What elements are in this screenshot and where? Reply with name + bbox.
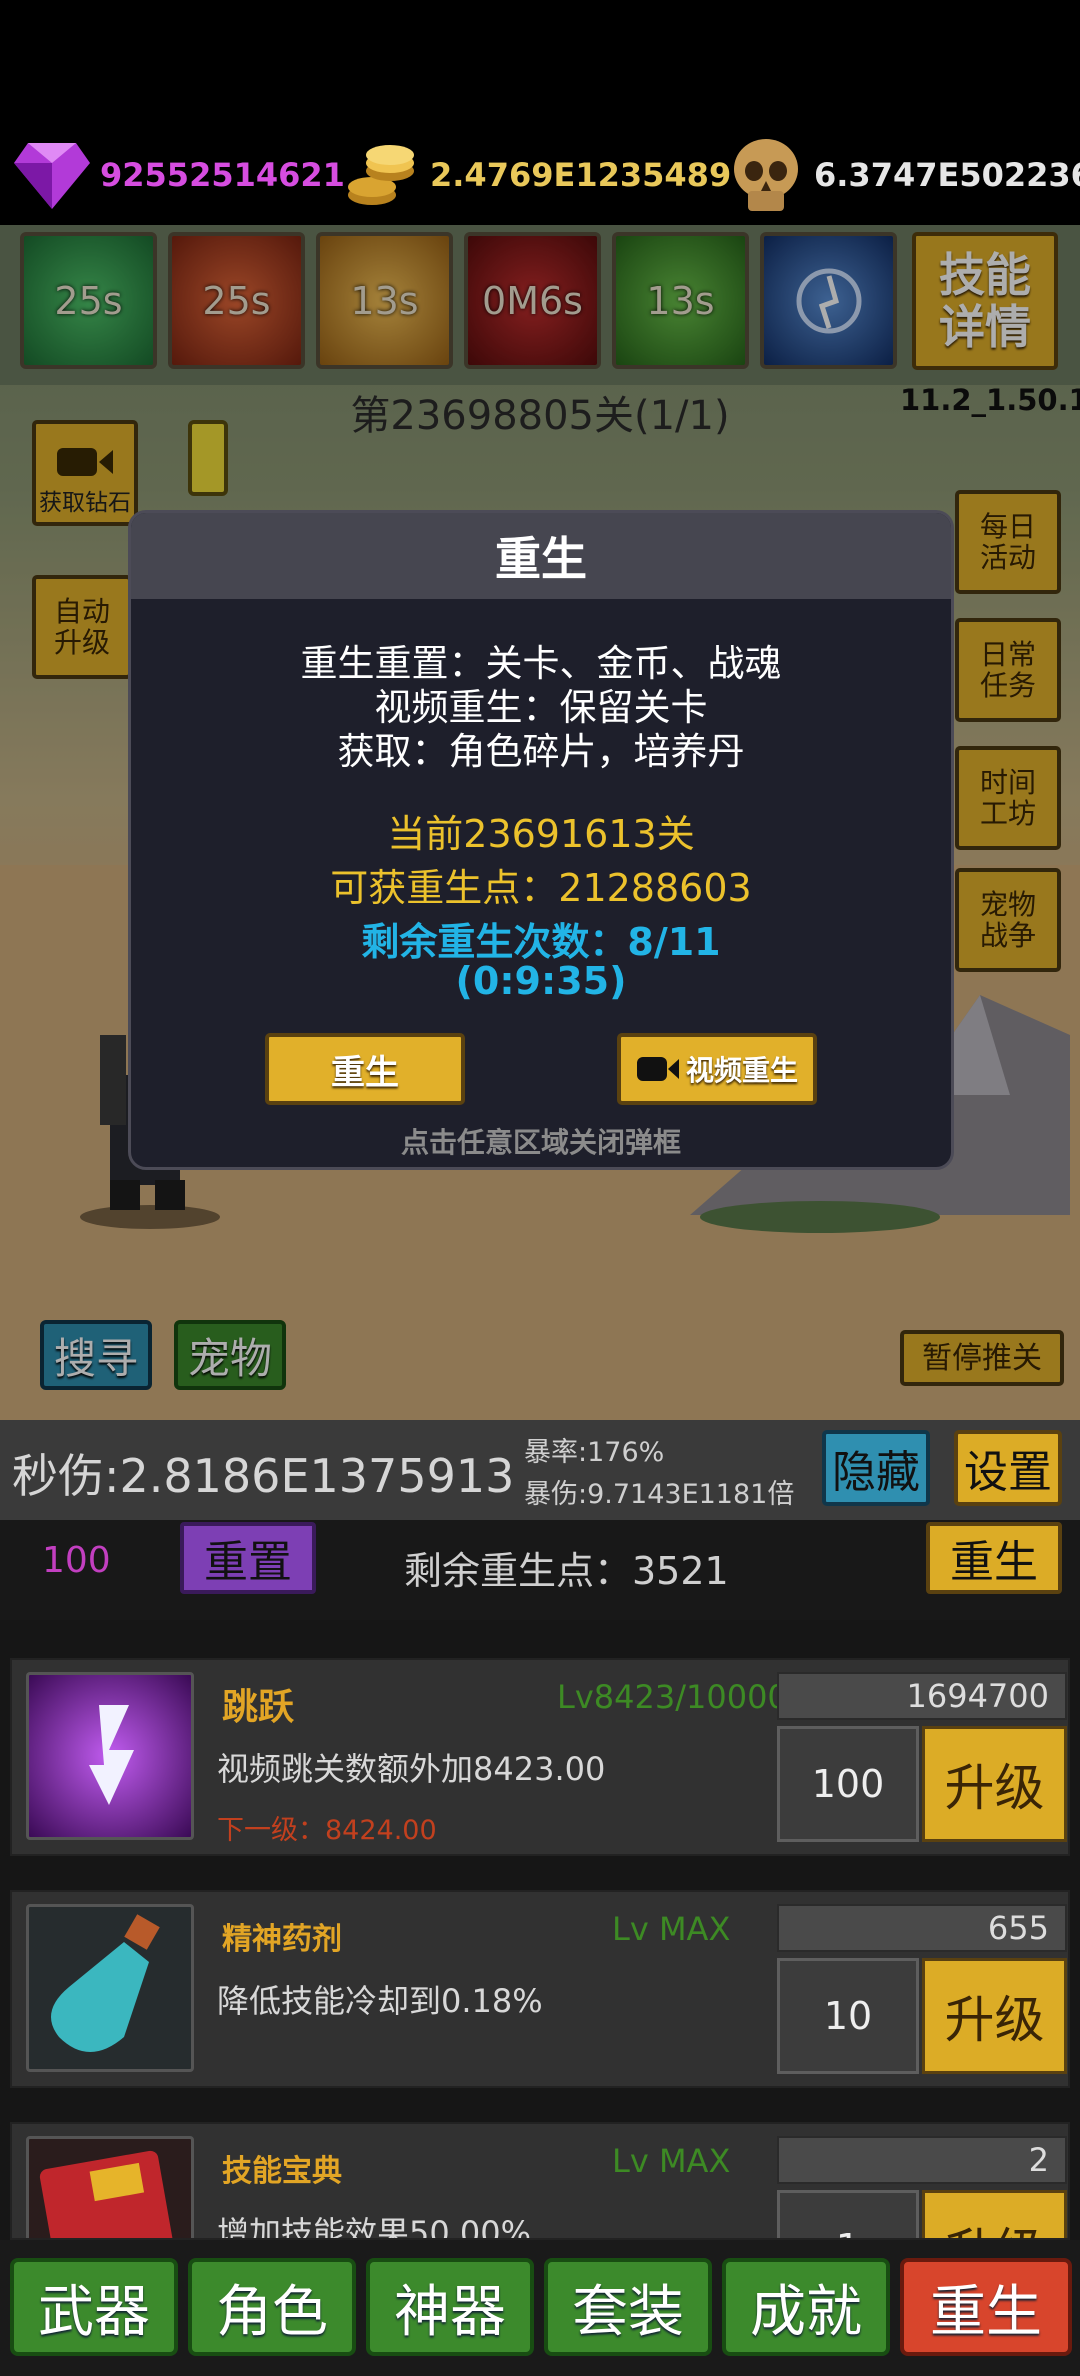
gold-currency: 2.4769E1235489 — [340, 125, 731, 225]
crit-damage-label: 暴伤:9.7143E1181倍 — [524, 1479, 795, 1510]
modal-close-hint: 点击任意区域关闭弹框 — [400, 1126, 681, 1159]
upgrade-name: 技能宝典 — [222, 2154, 342, 2189]
modal-rebirth-points: 可获重生点：21288603 — [330, 866, 752, 910]
upgrade-level: Lv8423/10000 — [557, 1678, 788, 1716]
diamond-value: 92552514621 — [100, 156, 345, 194]
upgrade-quantity[interactable]: 1 — [777, 2190, 919, 2238]
video-rebirth-button[interactable]: 视频重生 — [617, 1033, 817, 1105]
upgrade-quantity[interactable]: 10 — [777, 1958, 919, 2074]
hide-button[interactable]: 隐藏 — [822, 1430, 930, 1506]
upgrade-quantity[interactable]: 100 — [777, 1726, 919, 1842]
dps-label: 秒伤:2.8186E1375913 — [12, 1449, 515, 1503]
upgrade-name: 精神药剂 — [222, 1922, 342, 1957]
upgrade-card-jump: 跳跃 Lv8423/10000 视频跳关数额外加8423.00 下一级：8424… — [10, 1658, 1070, 1856]
tab-rebirth[interactable]: 重生 — [900, 2258, 1072, 2356]
upgrade-button[interactable]: 升级 — [922, 1726, 1067, 1842]
upgrade-cost: 1694700 — [777, 1672, 1067, 1720]
diamond-icon — [10, 133, 94, 217]
upgrade-level: Lv MAX — [612, 2142, 731, 2180]
tab-weapon[interactable]: 武器 — [10, 2258, 178, 2356]
upgrade-desc: 视频跳关数额外加8423.00 — [217, 1750, 606, 1788]
skull-icon — [724, 133, 808, 217]
modal-remaining-count: 剩余重生次数：8/11 — [361, 920, 721, 964]
potion-bottle-icon — [26, 1904, 194, 2072]
gold-value: 2.4769E1235489 — [430, 156, 732, 194]
upgrade-cost: 655 — [777, 1904, 1067, 1952]
tab-character[interactable]: 角色 — [188, 2258, 356, 2356]
gold-coins-icon — [340, 133, 424, 217]
video-rebirth-label: 视频重生 — [685, 1054, 798, 1087]
soul-value: 6.3747E502236 — [814, 156, 1080, 194]
rebirth-confirm-button[interactable]: 重生 — [265, 1033, 465, 1105]
modal-current-stage: 当前23691613关 — [387, 812, 695, 856]
upgrade-cost: 2 — [777, 2136, 1067, 2184]
upgrade-desc: 增加技能效果50.00% — [217, 2214, 532, 2240]
soul-currency: 6.3747E502236 — [724, 125, 1080, 225]
upgrade-next: 下一级：8424.00 — [217, 1815, 437, 1846]
modal-timer: (0:9:35) — [455, 959, 627, 1003]
settings-button[interactable]: 设置 — [954, 1430, 1062, 1506]
upgrade-name: 跳跃 — [222, 1687, 295, 1728]
rebirth-tab-button[interactable]: 重生 — [926, 1522, 1062, 1594]
tab-achievement[interactable]: 成就 — [722, 2258, 890, 2356]
diamond-currency: 92552514621 — [10, 125, 345, 225]
upgrade-button[interactable]: 升级 — [922, 2190, 1067, 2238]
upgrade-button[interactable]: 升级 — [922, 1958, 1067, 2074]
tab-set[interactable]: 套装 — [544, 2258, 712, 2356]
upgrade-desc: 降低技能冷却到0.18% — [217, 1982, 543, 2020]
reset-amount: 100 — [42, 1540, 111, 1581]
crit-rate-label: 暴率:176% — [524, 1437, 665, 1468]
upgrade-card-spirit-potion: 精神药剂 Lv MAX 降低技能冷却到0.18% 655 10 升级 — [10, 1890, 1070, 2088]
tab-artifact[interactable]: 神器 — [366, 2258, 534, 2356]
remaining-rebirth-points: 剩余重生点：3521 — [404, 1549, 729, 1593]
upgrade-level: Lv MAX — [612, 1910, 731, 1948]
video-camera-icon — [636, 1057, 679, 1081]
lightning-arrow-icon — [26, 1672, 194, 1840]
red-book-icon — [26, 2136, 194, 2238]
upgrade-card-skill-book: 技能宝典 Lv MAX 增加技能效果50.00% 2 1 升级 — [10, 2122, 1070, 2240]
reset-button[interactable]: 重置 — [180, 1522, 316, 1594]
modal-line-gain: 获取：角色碎片，培养丹 — [337, 730, 745, 773]
rebirth-modal: 重生 重生重置：关卡、金币、战魂 视频重生：保留关卡 获取：角色碎片，培养丹 当… — [128, 510, 954, 1170]
modal-title: 重生 — [131, 513, 951, 599]
